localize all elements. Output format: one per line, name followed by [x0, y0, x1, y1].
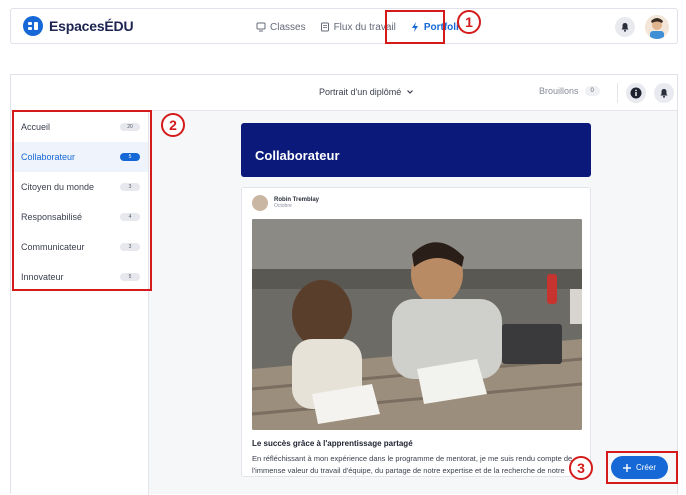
classes-icon [256, 22, 266, 32]
annotation-marker-1: 1 [457, 10, 481, 34]
annotation-box-portfolios [385, 10, 445, 44]
logo-icon [23, 16, 43, 36]
annotation-box-create [606, 451, 678, 484]
app-logo[interactable]: EspacesÉDU [23, 16, 134, 36]
portfolio-notifications-button[interactable] [654, 83, 674, 103]
user-avatar[interactable] [645, 15, 669, 39]
post-card[interactable]: Robin Tremblay Octobre Le succès grâce à… [241, 187, 591, 477]
portfolio-title: Portrait d'un diplômé [319, 87, 402, 97]
drafts-button[interactable]: Brouillons 0 [539, 86, 600, 96]
annotation-box-sidebar [12, 110, 152, 291]
portfolio-content: Collaborateur Robin Tremblay Octobre Le … [241, 123, 591, 477]
author-avatar [252, 195, 268, 211]
nav-classes[interactable]: Classes [256, 16, 306, 38]
section-title: Collaborateur [255, 148, 340, 163]
portfolio-selector[interactable]: Portrait d'un diplômé [319, 87, 414, 97]
notifications-button[interactable] [615, 17, 635, 37]
post-title: Le succès grâce à l'apprentissage partag… [252, 439, 413, 448]
toolbar-divider [617, 83, 618, 103]
post-author: Robin Tremblay Octobre [252, 195, 580, 211]
post-body: En réfléchissant à mon expérience dans l… [252, 454, 573, 475]
drafts-count-badge: 0 [584, 86, 600, 96]
info-icon [630, 87, 642, 99]
info-button[interactable] [626, 83, 646, 103]
section-header: Collaborateur [241, 123, 591, 177]
header-actions [615, 15, 669, 39]
top-navigation-bar: EspacesÉDU Classes Flux du travail Portf… [10, 8, 678, 44]
chevron-down-icon [407, 90, 414, 94]
logo-text: EspacesÉDU [49, 18, 134, 34]
bell-icon [660, 89, 668, 98]
post-date: Octobre [274, 203, 292, 209]
drafts-label: Brouillons [539, 86, 579, 96]
annotation-marker-2: 2 [161, 113, 185, 137]
annotation-marker-3: 3 [569, 456, 593, 480]
main-nav: Classes Flux du travail Portfolios [256, 9, 485, 45]
nav-classes-label: Classes [270, 21, 306, 33]
workflow-icon [320, 22, 329, 32]
bell-icon [621, 23, 629, 32]
post-image[interactable] [252, 219, 582, 430]
portfolio-toolbar: Portrait d'un diplômé Brouillons 0 [11, 75, 677, 111]
